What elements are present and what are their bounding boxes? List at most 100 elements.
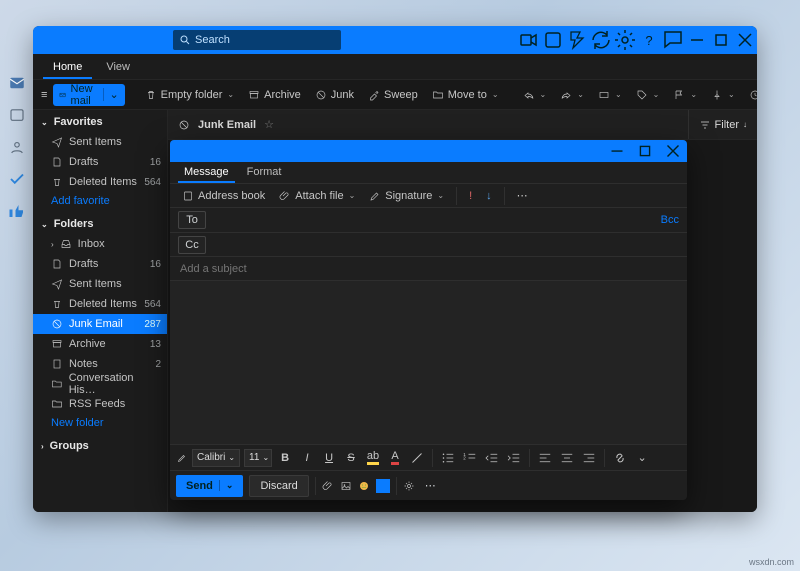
sidebar-item-drafts[interactable]: Drafts16	[33, 152, 167, 172]
to-input[interactable]	[214, 212, 653, 228]
thumbs-app-icon[interactable]	[8, 202, 26, 220]
cc-input[interactable]	[214, 237, 679, 253]
size-select[interactable]: 11⌄	[244, 449, 272, 467]
junk-button[interactable]: Junk	[311, 84, 358, 106]
maximize-icon[interactable]	[631, 140, 659, 162]
sidebar-item-convhist[interactable]: Conversation His…	[33, 374, 167, 394]
maximize-icon[interactable]	[709, 26, 733, 54]
image-icon[interactable]	[340, 480, 352, 492]
new-folder-link[interactable]: New folder	[33, 414, 167, 432]
minimize-icon[interactable]	[685, 26, 709, 54]
gear-icon[interactable]	[403, 480, 415, 492]
forward-button[interactable]: ⌄	[556, 84, 588, 106]
inbox-icon	[60, 238, 72, 250]
sidebar-item-rss[interactable]: RSS Feeds	[33, 394, 167, 414]
subject-input[interactable]	[180, 263, 677, 275]
sidebar-item-sent[interactable]: Sent Items	[33, 132, 167, 152]
sync-icon[interactable]	[589, 26, 613, 54]
more-button[interactable]: ⋯	[513, 185, 532, 207]
calendar-app-icon[interactable]	[8, 106, 26, 124]
archive-button[interactable]: Archive	[244, 84, 305, 106]
help-icon[interactable]: ?	[637, 26, 661, 54]
sidebar-item-archive[interactable]: Archive13	[33, 334, 167, 354]
minimize-icon[interactable]	[603, 140, 631, 162]
brush-icon[interactable]	[176, 452, 188, 464]
folders-header[interactable]: ⌄Folders	[33, 214, 167, 234]
draft-icon	[51, 156, 63, 168]
fontcolor-button[interactable]: A	[386, 449, 404, 467]
clear-format-button[interactable]	[408, 449, 426, 467]
empty-folder-button[interactable]: Empty folder⌄	[141, 84, 238, 106]
signature-button[interactable]: Signature⌄	[365, 185, 448, 207]
readunread-button[interactable]: ⌄	[594, 84, 626, 106]
numbering-button[interactable]: 12	[461, 449, 479, 467]
star-icon[interactable]: ☆	[264, 118, 274, 131]
attach-icon[interactable]	[322, 480, 334, 492]
meet-now-icon[interactable]	[517, 26, 541, 54]
new-mail-button[interactable]: New mail ⌄	[53, 84, 124, 106]
sidebar-item-sent-f[interactable]: Sent Items	[33, 274, 167, 294]
reply-button[interactable]: ⌄	[519, 84, 551, 106]
discard-button[interactable]: Discard	[249, 475, 308, 497]
link-button[interactable]	[611, 449, 629, 467]
teams-icon[interactable]	[541, 26, 565, 54]
strike-button[interactable]: S	[342, 449, 360, 467]
bold-button[interactable]: B	[276, 449, 294, 467]
send-button[interactable]: Send ⌄	[176, 475, 243, 497]
cc-button[interactable]: Cc	[178, 236, 206, 254]
underline-button[interactable]: U	[320, 449, 338, 467]
importance-high-button[interactable]: !	[465, 185, 476, 207]
feedback-icon[interactable]	[661, 26, 685, 54]
indent-button[interactable]	[505, 449, 523, 467]
bullets-button[interactable]	[439, 449, 457, 467]
add-favorite-link[interactable]: Add favorite	[33, 192, 167, 210]
pin-button[interactable]: ⌄	[707, 84, 739, 106]
groups-header[interactable]: ›Groups	[33, 436, 167, 456]
filter-button[interactable]: Filter ↓	[688, 110, 747, 139]
outdent-button[interactable]	[483, 449, 501, 467]
importance-low-button[interactable]: ↓	[482, 185, 496, 207]
search-box[interactable]: Search	[173, 30, 341, 50]
sidebar-item-junk[interactable]: Junk Email287	[33, 314, 167, 334]
font-select[interactable]: Calibri⌄	[192, 449, 240, 467]
to-button[interactable]: To	[178, 211, 206, 229]
bcc-link[interactable]: Bcc	[661, 214, 679, 226]
address-book-button[interactable]: Address book	[178, 185, 269, 207]
sidebar-item-drafts-f[interactable]: Drafts16	[33, 254, 167, 274]
sidebar-item-deleted[interactable]: Deleted Items564	[33, 172, 167, 192]
tab-format[interactable]: Format	[241, 162, 288, 183]
snooze-button[interactable]: ⌄	[745, 84, 757, 106]
align-left-button[interactable]	[536, 449, 554, 467]
settings-icon[interactable]	[613, 26, 637, 54]
sidebar-item-deleted-f[interactable]: Deleted Items564	[33, 294, 167, 314]
quicksteps-icon[interactable]	[565, 26, 589, 54]
hamburger-icon[interactable]: ≡	[41, 89, 47, 101]
tag-button[interactable]: ⌄	[632, 84, 664, 106]
italic-button[interactable]: I	[298, 449, 316, 467]
align-center-button[interactable]	[558, 449, 576, 467]
more-button[interactable]: ⋯	[421, 479, 440, 492]
mail-app-icon[interactable]	[8, 74, 26, 92]
tab-message[interactable]: Message	[178, 162, 235, 183]
highlight-button[interactable]: ab	[364, 449, 382, 467]
close-icon[interactable]	[659, 140, 687, 162]
todo-app-icon[interactable]	[8, 170, 26, 188]
tab-view[interactable]: View	[96, 56, 140, 79]
tab-home[interactable]: Home	[43, 56, 92, 79]
align-right-button[interactable]	[580, 449, 598, 467]
sidebar-item-notes[interactable]: Notes2	[33, 354, 167, 374]
people-app-icon[interactable]	[8, 138, 26, 156]
attach-file-button[interactable]: Attach file⌄	[275, 185, 359, 207]
send-bar: Send ⌄ Discard ⋯	[170, 470, 687, 500]
emoji-icon[interactable]	[358, 480, 370, 492]
chevron-down-icon[interactable]: ⌄	[103, 88, 118, 101]
moveto-button[interactable]: Move to⌄	[428, 84, 503, 106]
sidebar-item-inbox[interactable]: ›Inbox	[33, 234, 167, 254]
editor-body[interactable]	[170, 281, 687, 444]
sweep-button[interactable]: Sweep	[364, 84, 422, 106]
close-icon[interactable]	[733, 26, 757, 54]
flag-button[interactable]: ⌄	[669, 84, 701, 106]
app-square-icon[interactable]	[376, 479, 390, 493]
chevron-down-icon[interactable]: ⌄	[633, 449, 651, 467]
favorites-header[interactable]: ⌄Favorites	[33, 112, 167, 132]
